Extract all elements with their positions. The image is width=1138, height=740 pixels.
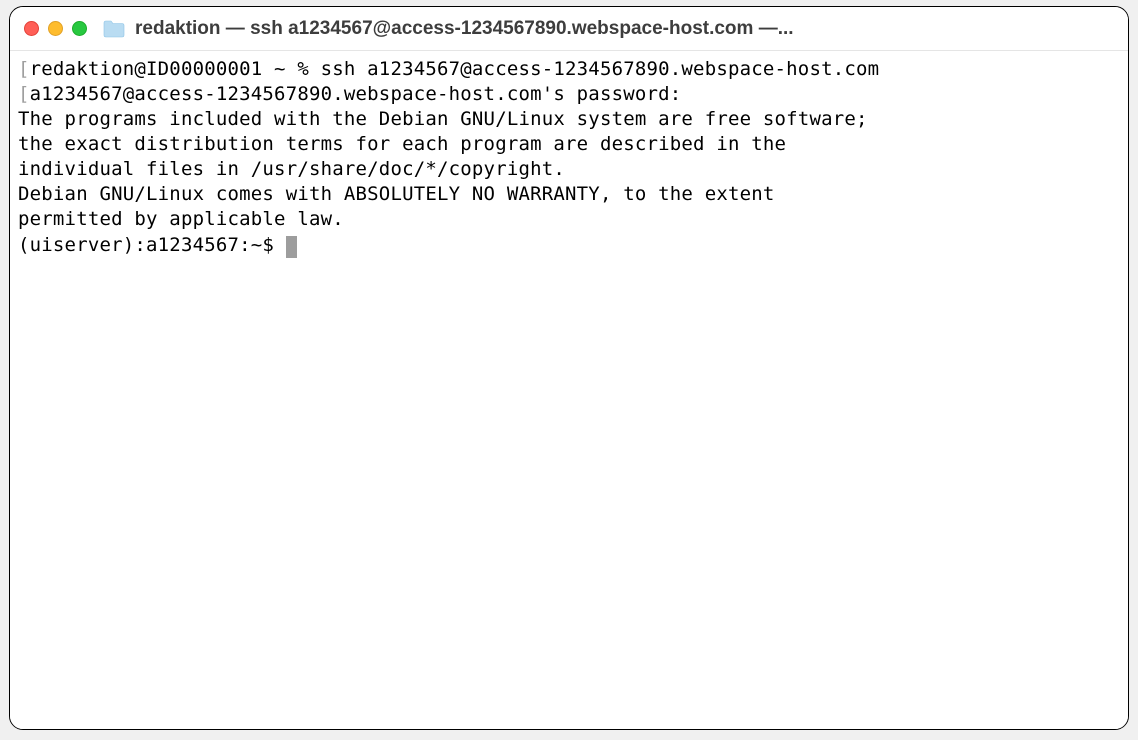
terminal-line: permitted by applicable law. — [18, 207, 1120, 232]
bracket-open: [ — [18, 83, 30, 105]
terminal-body[interactable]: [redaktion@ID00000001 ~ % ssh a1234567@a… — [10, 51, 1128, 729]
folder-icon — [103, 20, 125, 38]
terminal-prompt: (uiserver):a1234567:~$ — [18, 234, 286, 256]
window-title: redaktion — ssh a1234567@access-12345678… — [135, 18, 1114, 40]
terminal-line: The programs included with the Debian GN… — [18, 107, 1120, 132]
terminal-window: redaktion — ssh a1234567@access-12345678… — [9, 6, 1129, 730]
maximize-button[interactable] — [72, 21, 87, 36]
titlebar[interactable]: redaktion — ssh a1234567@access-12345678… — [10, 7, 1128, 51]
close-button[interactable] — [24, 21, 39, 36]
bracket-open: [ — [18, 58, 30, 80]
terminal-line: the exact distribution terms for each pr… — [18, 132, 1120, 157]
minimize-button[interactable] — [48, 21, 63, 36]
terminal-text: a1234567@access-1234567890.webspace-host… — [30, 83, 682, 105]
terminal-prompt-line: (uiserver):a1234567:~$ — [18, 233, 1120, 258]
terminal-line: individual files in /usr/share/doc/*/cop… — [18, 157, 1120, 182]
cursor-icon — [286, 236, 297, 258]
terminal-line: [a1234567@access-1234567890.webspace-hos… — [18, 82, 1120, 107]
terminal-text: redaktion@ID00000001 ~ % ssh a1234567@ac… — [30, 58, 880, 80]
terminal-line: [redaktion@ID00000001 ~ % ssh a1234567@a… — [18, 57, 1120, 82]
traffic-lights — [24, 21, 87, 36]
terminal-line: Debian GNU/Linux comes with ABSOLUTELY N… — [18, 182, 1120, 207]
